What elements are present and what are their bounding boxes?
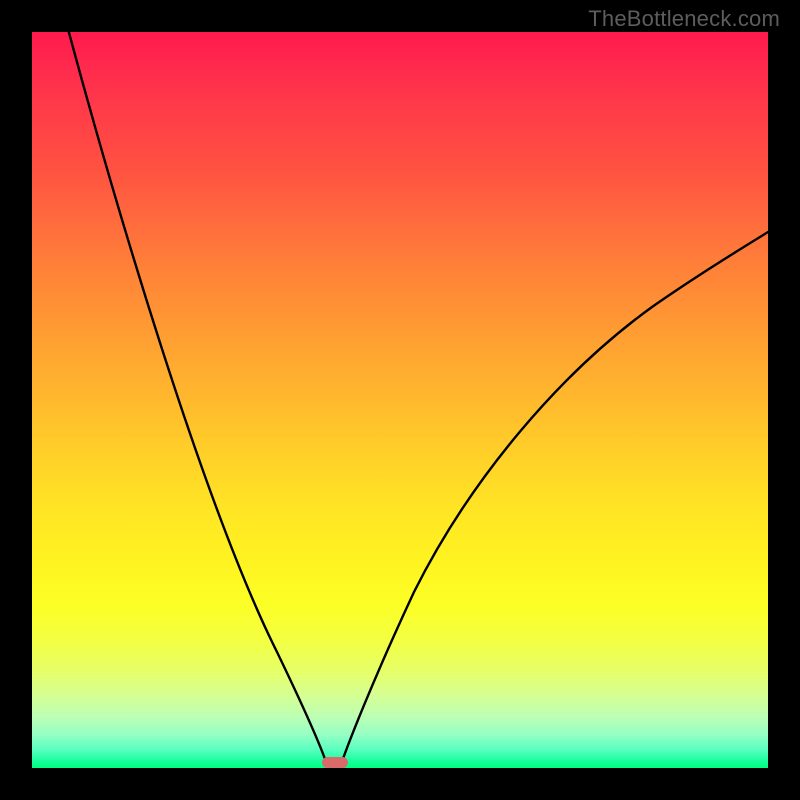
optimal-zone-marker	[322, 757, 348, 768]
chart-frame: TheBottleneck.com	[0, 0, 800, 800]
bottleneck-curve	[32, 32, 768, 768]
curve-right-branch	[341, 232, 768, 765]
watermark-text: TheBottleneck.com	[588, 6, 780, 32]
plot-area	[32, 32, 768, 768]
curve-left-branch	[69, 32, 327, 765]
